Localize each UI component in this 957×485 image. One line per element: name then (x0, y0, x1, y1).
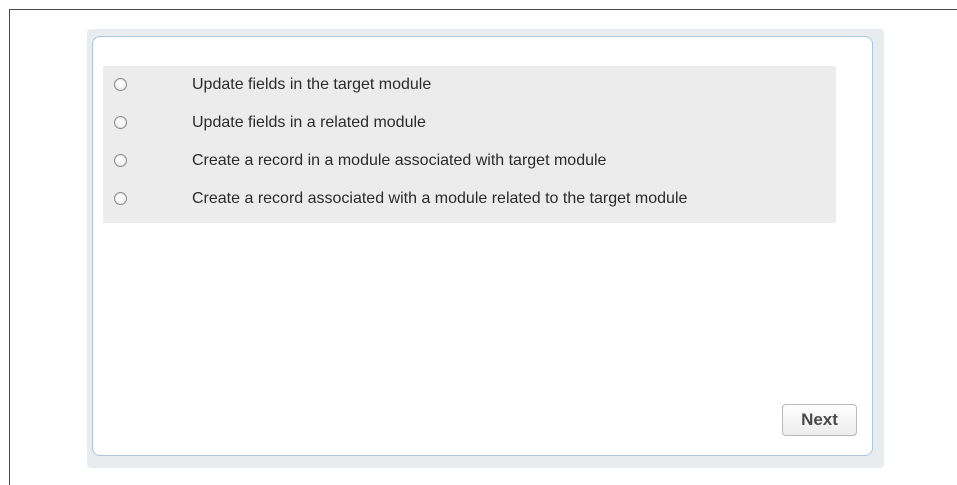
action-type-dialog: Update fields in the target module Updat… (92, 36, 873, 456)
option-label: Create a record associated with a module… (192, 190, 688, 207)
next-button[interactable]: Next (782, 404, 857, 436)
option-label: Create a record in a module associated w… (192, 152, 607, 169)
option-label: Update fields in the target module (192, 76, 432, 93)
option-update-related-module[interactable]: Update fields in a related module (103, 105, 836, 141)
option-create-record-associated[interactable]: Create a record in a module associated w… (103, 143, 836, 179)
radio-button[interactable] (114, 154, 127, 167)
option-label: Update fields in a related module (192, 114, 426, 131)
radio-button[interactable] (114, 116, 127, 129)
radio-button[interactable] (114, 192, 127, 205)
option-create-record-related[interactable]: Create a record associated with a module… (103, 181, 836, 217)
radio-button[interactable] (114, 78, 127, 91)
action-options-list: Update fields in the target module Updat… (103, 66, 836, 223)
option-update-target-module[interactable]: Update fields in the target module (103, 67, 836, 103)
